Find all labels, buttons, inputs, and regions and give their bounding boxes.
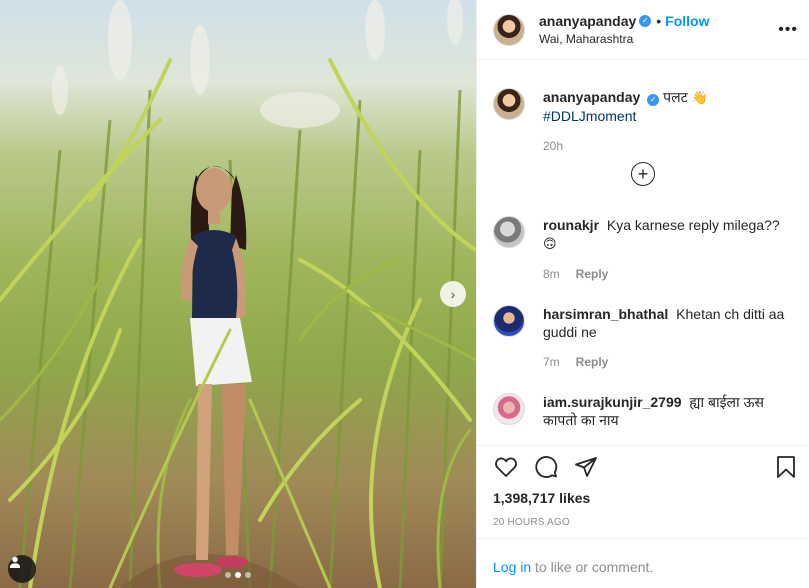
author-avatar[interactable]: [493, 13, 525, 46]
comment-item: harsimran_bhathal Khetan ch ditti aa gud…: [493, 305, 798, 371]
separator-bullet: •: [656, 13, 662, 29]
comment-button[interactable]: [533, 454, 559, 480]
caption-emoji: 👋: [691, 90, 708, 105]
save-button[interactable]: [773, 454, 799, 480]
commenter-username[interactable]: harsimran_bhathal: [543, 306, 668, 322]
like-button[interactable]: [493, 454, 519, 480]
caption-text: पलट: [663, 89, 688, 105]
share-button[interactable]: [573, 454, 599, 480]
caption-hashtag[interactable]: #DDLJmoment: [543, 108, 636, 124]
verified-badge-icon: ✓: [639, 15, 652, 27]
comment-time[interactable]: 7m: [543, 353, 560, 371]
caption-time[interactable]: 20h: [543, 137, 563, 155]
commenter-avatar[interactable]: [493, 393, 525, 425]
comment-icon: [535, 456, 558, 478]
login-prompt: Log in to like or comment.: [477, 538, 809, 588]
comment-emoji: 🙃: [543, 236, 557, 251]
comment-text: Kya karnese reply milega??: [606, 217, 780, 233]
caption-username[interactable]: ananyapanday: [543, 89, 640, 105]
comment-item: rounakjr Kya karnese reply milega?? 🙃 8m…: [493, 216, 798, 283]
tagged-users-button[interactable]: [8, 555, 36, 583]
load-more-comments-button[interactable]: +: [631, 162, 655, 186]
comment-time[interactable]: 8m: [543, 265, 560, 283]
caption-avatar[interactable]: [493, 88, 525, 120]
post-location[interactable]: Wai, Maharashtra: [539, 32, 710, 46]
verified-badge-icon: ✓: [647, 94, 660, 106]
likes-count[interactable]: 1,398,717 likes: [493, 490, 590, 506]
bookmark-icon: [777, 456, 795, 478]
post-side-panel: ananyapanday ✓ • Follow Wai, Maharashtra…: [476, 0, 809, 588]
reply-button[interactable]: Reply: [576, 353, 609, 371]
more-options-icon[interactable]: •••: [778, 22, 798, 38]
comment-item: iam.surajkunjir_2799 ह्या बाईला ऊस कापतो…: [493, 393, 798, 429]
share-icon: [575, 457, 597, 477]
chevron-right-icon: ›: [450, 286, 456, 302]
follow-button[interactable]: Follow: [665, 13, 709, 29]
post-header: ananyapanday ✓ • Follow Wai, Maharashtra…: [477, 0, 809, 60]
login-link[interactable]: Log in: [493, 559, 531, 575]
reply-button[interactable]: Reply: [576, 265, 609, 283]
carousel-dots: [0, 572, 476, 578]
carousel-dot-active: [235, 572, 241, 578]
commenter-avatar[interactable]: [493, 216, 525, 248]
commenter-username[interactable]: rounakjr: [543, 217, 599, 233]
post-actions: 1,398,717 likes 20 HOURS AGO: [477, 445, 809, 528]
caption: ananyapanday ✓ पलट 👋 #DDLJmoment 20h: [493, 88, 798, 155]
commenter-username[interactable]: iam.surajkunjir_2799: [543, 394, 682, 410]
user-tag-icon: [9, 556, 21, 568]
post-photo[interactable]: ›: [0, 0, 476, 588]
carousel-dot: [245, 572, 251, 578]
login-prompt-text: to like or comment.: [531, 559, 654, 575]
heart-icon: [495, 457, 517, 477]
commenter-avatar[interactable]: [493, 305, 525, 337]
comments-section[interactable]: ananyapanday ✓ पलट 👋 #DDLJmoment 20h + ro…: [477, 60, 809, 445]
plus-circle-icon: +: [637, 164, 649, 184]
carousel-dot: [225, 572, 231, 578]
next-slide-button[interactable]: ›: [440, 281, 466, 307]
photo-artwork: [0, 0, 476, 588]
post-timestamp[interactable]: 20 HOURS AGO: [493, 517, 570, 528]
person-figure: [174, 166, 252, 577]
author-username[interactable]: ananyapanday: [539, 13, 636, 29]
